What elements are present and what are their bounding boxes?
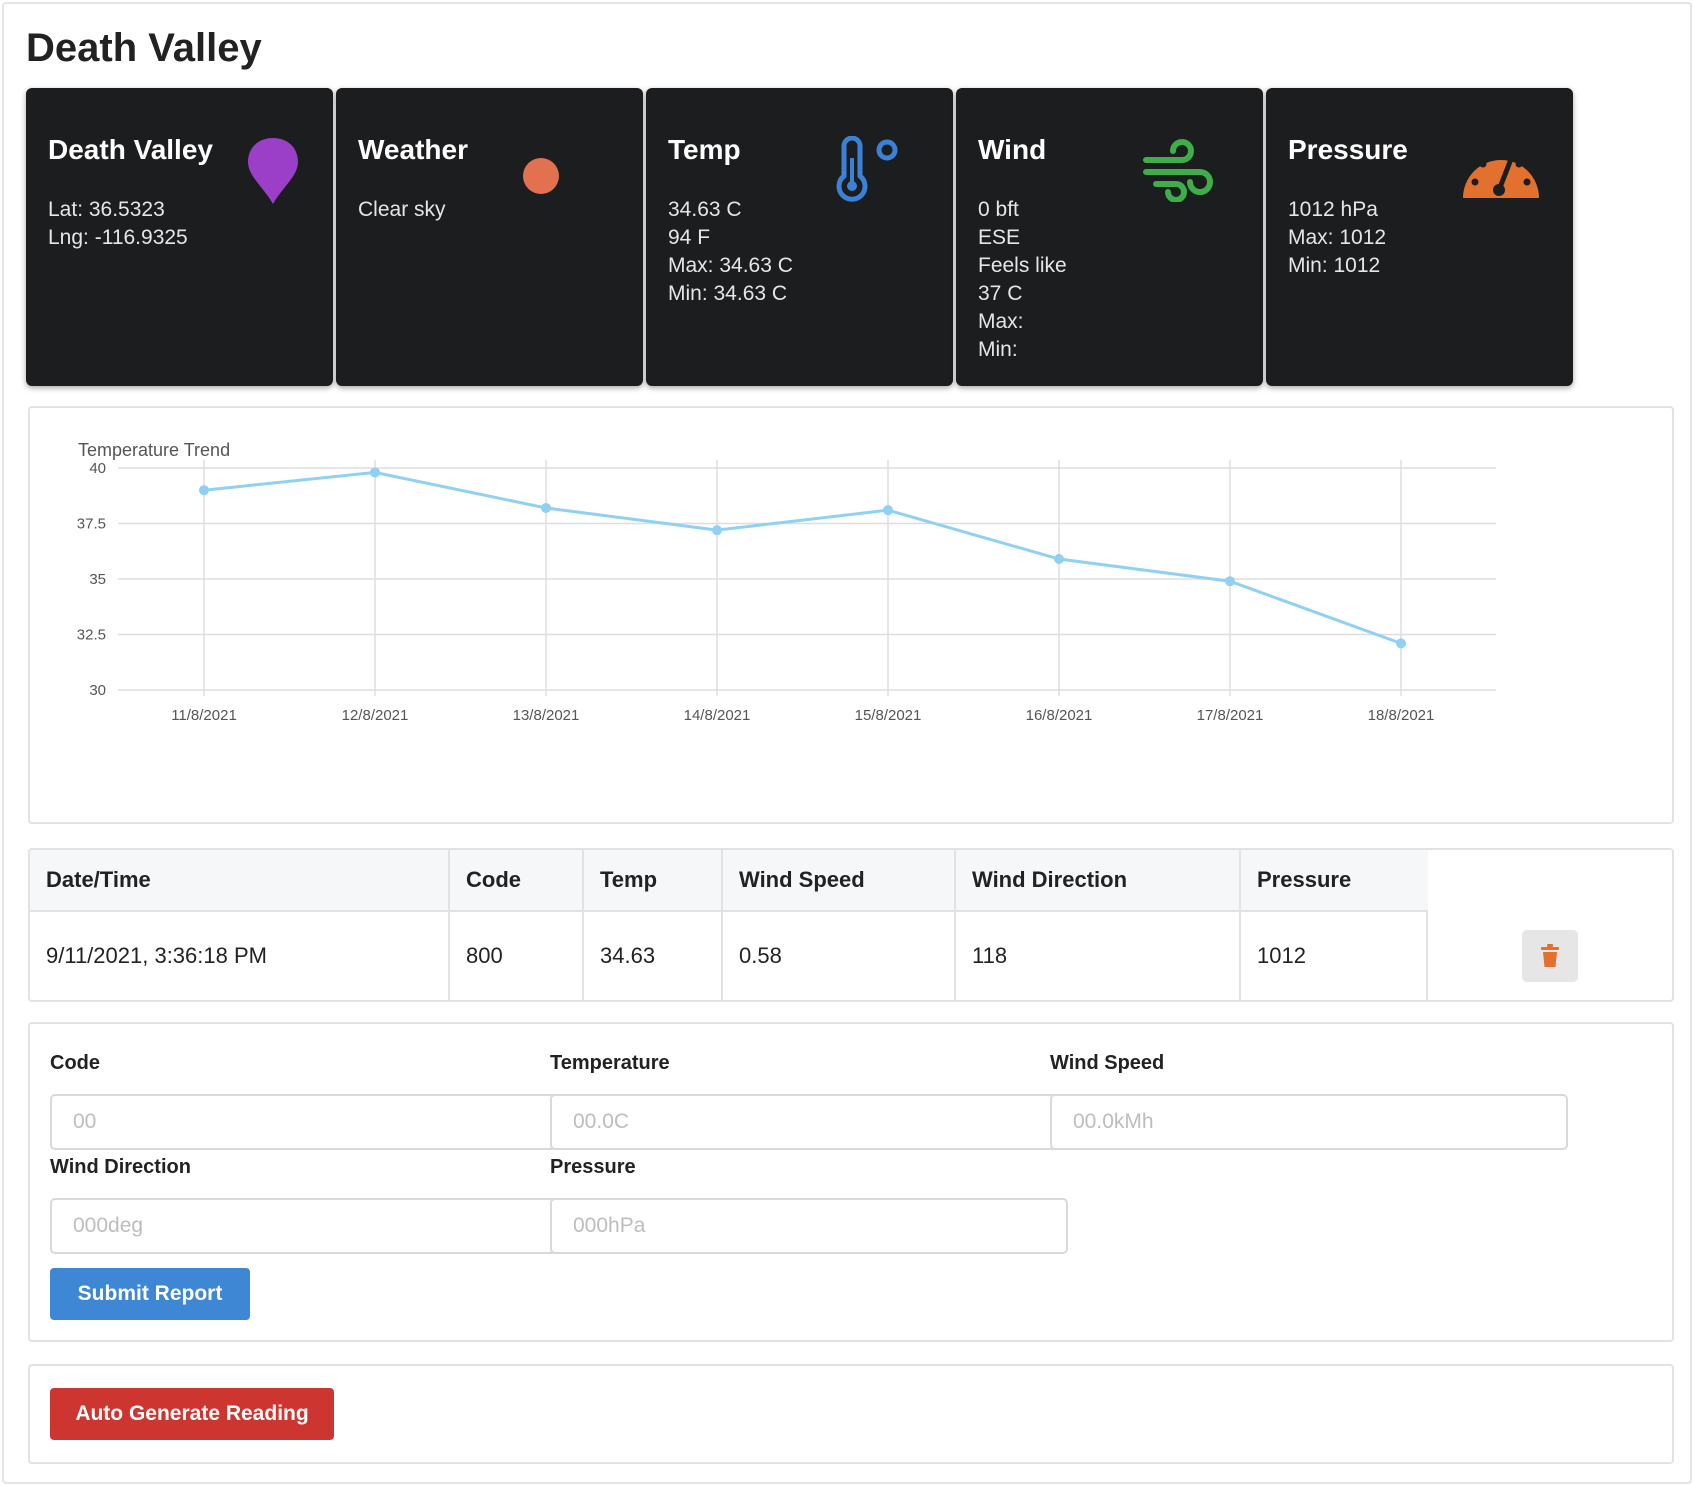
wind-direction-text: ESE bbox=[978, 226, 1021, 249]
readings-table: Date/Time Code Temp Wind Speed Wind Dire… bbox=[28, 848, 1674, 1002]
data-point[interactable] bbox=[1054, 554, 1064, 565]
y-tick-label: 32.5 bbox=[77, 627, 106, 644]
weather-description: Clear sky bbox=[358, 198, 446, 221]
location-card-details: Lat: 36.5323 Lng: -116.9325 bbox=[48, 196, 188, 252]
weather-card: Weather Clear sky bbox=[336, 88, 643, 386]
map-pin-icon bbox=[248, 138, 298, 204]
data-point[interactable] bbox=[1225, 576, 1235, 587]
temperature-label: Temperature bbox=[550, 1052, 670, 1074]
x-tick-label: 15/8/2021 bbox=[855, 707, 922, 724]
header-temp[interactable]: Temp bbox=[584, 850, 723, 912]
pressure-card-title: Pressure bbox=[1288, 134, 1408, 165]
code-label: Code bbox=[50, 1052, 100, 1074]
temperature-trend-chart: Temperature Trend 40 37.5 35 32.5 30 11/8/20… bbox=[28, 406, 1674, 824]
longitude-text: Lng: -116.9325 bbox=[48, 226, 188, 249]
x-tick-label: 11/8/2021 bbox=[171, 707, 237, 724]
weather-card-title: Weather bbox=[358, 134, 468, 165]
cell-pressure: 1012 bbox=[1241, 912, 1428, 1000]
x-tick-label: 13/8/2021 bbox=[513, 707, 580, 724]
auto-generate-reading-button[interactable]: Auto Generate Reading bbox=[50, 1388, 334, 1440]
temp-min: Min: 34.63 C bbox=[668, 282, 788, 305]
temp-max: Max: 34.63 C bbox=[668, 254, 793, 277]
cell-temp: 34.63 bbox=[584, 912, 723, 1000]
y-tick-label: 37.5 bbox=[77, 516, 106, 533]
delete-row-button[interactable] bbox=[1522, 930, 1578, 982]
wind-direction-input[interactable] bbox=[50, 1198, 568, 1254]
x-tick-label: 17/8/2021 bbox=[1197, 707, 1264, 724]
weather-dashboard-page: Death Valley Death Valley Lat: 36.5323 L… bbox=[2, 2, 1692, 1484]
temperature-input[interactable] bbox=[550, 1094, 1068, 1150]
chart-grid bbox=[118, 460, 1496, 696]
latitude-text: Lat: 36.5323 bbox=[48, 198, 165, 221]
trash-icon bbox=[1541, 944, 1559, 967]
data-point[interactable] bbox=[370, 467, 380, 478]
y-tick-label: 30 bbox=[89, 682, 106, 699]
wind-beaufort: 0 bft bbox=[978, 198, 1019, 221]
temp-celsius: 34.63 C bbox=[668, 198, 742, 221]
pressure-input[interactable] bbox=[550, 1198, 1068, 1254]
cell-wind-direction: 118 bbox=[956, 912, 1241, 1000]
summary-cards: Death Valley Lat: 36.5323 Lng: -116.9325… bbox=[26, 88, 1674, 386]
wind-card-details: 0 bft ESE Feels like 37 C Max: Min: bbox=[978, 196, 1067, 364]
sun-icon bbox=[523, 158, 559, 194]
submit-report-button[interactable]: Submit Report bbox=[50, 1268, 250, 1320]
wind-max: Max: bbox=[978, 310, 1024, 333]
pressure-label: Pressure bbox=[550, 1156, 636, 1178]
cell-code: 800 bbox=[450, 912, 584, 1000]
temp-fahrenheit: 94 F bbox=[668, 226, 711, 249]
location-card-title: Death Valley bbox=[48, 134, 213, 165]
pressure-max: Max: 1012 bbox=[1288, 226, 1387, 249]
data-point[interactable] bbox=[1396, 638, 1406, 649]
data-point[interactable] bbox=[712, 525, 722, 536]
temp-card-title: Temp bbox=[668, 134, 741, 165]
y-tick-label: 40 bbox=[89, 460, 106, 477]
code-input[interactable] bbox=[50, 1094, 568, 1150]
y-tick-label: 35 bbox=[89, 571, 106, 588]
data-point[interactable] bbox=[199, 485, 209, 496]
header-wind-speed[interactable]: Wind Speed bbox=[723, 850, 956, 912]
temp-card-details: 34.63 C 94 F Max: 34.63 C Min: 34.63 C bbox=[668, 196, 793, 308]
temp-card: Temp 34.63 C 94 F Max: 34.63 C Min: 34.6… bbox=[646, 88, 953, 386]
header-pressure[interactable]: Pressure bbox=[1241, 850, 1428, 912]
data-point[interactable] bbox=[541, 502, 551, 513]
report-form: Code Temperature Wind Speed Wind Directi… bbox=[28, 1022, 1674, 1342]
wind-card: Wind 0 bft ESE Feels like 37 C Max: Min: bbox=[956, 88, 1263, 386]
feels-like-value: 37 C bbox=[978, 282, 1023, 305]
wind-card-title: Wind bbox=[978, 134, 1047, 165]
pressure-card-details: 1012 hPa Max: 1012 Min: 1012 bbox=[1288, 196, 1386, 280]
chart-title: Temperature Trend bbox=[78, 440, 230, 460]
wind-speed-input[interactable] bbox=[1050, 1094, 1568, 1150]
x-tick-label: 14/8/2021 bbox=[684, 707, 751, 724]
pressure-value: 1012 hPa bbox=[1288, 198, 1378, 221]
header-wind-direction[interactable]: Wind Direction bbox=[956, 850, 1241, 912]
temperature-trend-svg: Temperature Trend 40 37.5 35 32.5 30 11/8/20… bbox=[77, 440, 1496, 724]
chart-y-axis: 40 37.5 35 32.5 30 bbox=[77, 460, 106, 699]
thermometer-icon bbox=[836, 136, 898, 202]
cell-wind-speed: 0.58 bbox=[723, 912, 956, 1000]
cell-date-time: 9/11/2021, 3:36:18 PM bbox=[30, 912, 450, 1000]
x-tick-label: 16/8/2021 bbox=[1026, 707, 1093, 724]
data-point[interactable] bbox=[883, 505, 893, 516]
pressure-card: Pressure 1012 hPa Max: 1012 Min: 1012 bbox=[1266, 88, 1573, 386]
header-date-time[interactable]: Date/Time bbox=[30, 850, 450, 912]
wind-min: Min: bbox=[978, 338, 1018, 361]
wind-icon bbox=[1143, 139, 1213, 202]
pressure-min: Min: 1012 bbox=[1288, 254, 1381, 277]
auto-generate-panel: Auto Generate Reading bbox=[28, 1364, 1674, 1464]
x-tick-label: 18/8/2021 bbox=[1368, 707, 1435, 724]
gauge-icon bbox=[1463, 151, 1539, 198]
wind-speed-label: Wind Speed bbox=[1050, 1052, 1165, 1074]
header-code[interactable]: Code bbox=[450, 850, 584, 912]
chart-series bbox=[199, 467, 1406, 649]
feels-like-label: Feels like bbox=[978, 254, 1067, 277]
location-card: Death Valley Lat: 36.5323 Lng: -116.9325 bbox=[26, 88, 333, 386]
weather-card-details: Clear sky bbox=[358, 196, 446, 224]
wind-direction-label: Wind Direction bbox=[50, 1156, 191, 1178]
page-title: Death Valley bbox=[26, 26, 262, 70]
series-line bbox=[203, 470, 1402, 645]
chart-x-axis: 11/8/2021 12/8/2021 13/8/2021 14/8/2021 15/8… bbox=[171, 707, 1434, 724]
x-tick-label: 12/8/2021 bbox=[342, 707, 409, 724]
